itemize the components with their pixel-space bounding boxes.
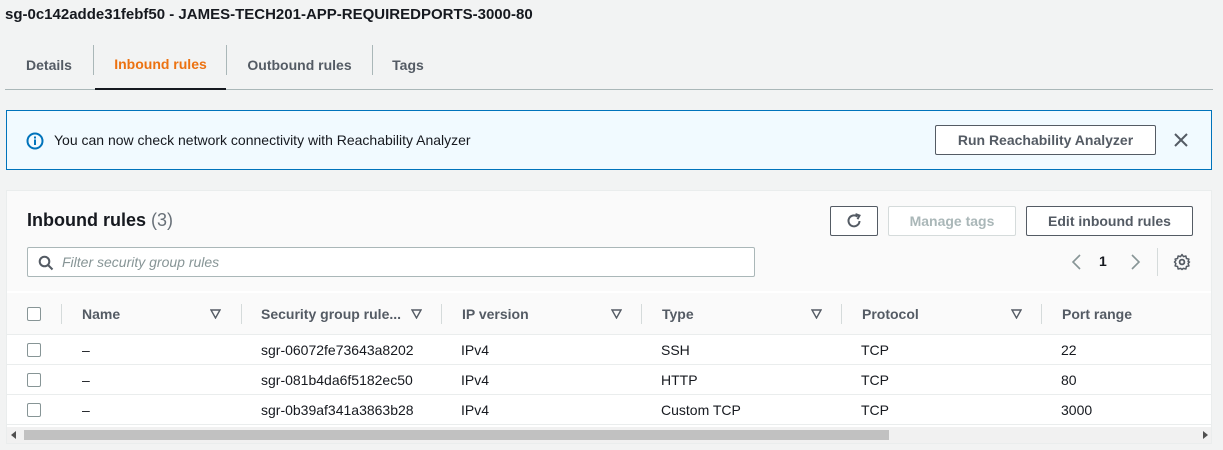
refresh-icon [847,213,861,228]
rule-type: SSH [661,342,690,358]
select-all-checkbox[interactable] [27,307,41,321]
panel-title: Inbound rules (3) [27,210,173,231]
search-icon [38,255,54,271]
column-header-name[interactable]: Name [82,293,120,335]
row-checkbox[interactable] [27,403,41,417]
table-header: Name Security group rule... IP version T… [7,293,1211,335]
sort-icon[interactable] [210,309,221,319]
rule-id: sgr-06072fe73643a8202 [261,342,414,358]
tab-details[interactable]: Details [5,40,93,89]
pager-divider [1157,248,1158,276]
column-header-port-range[interactable]: Port range [1062,293,1132,335]
port-range: 3000 [1061,402,1093,418]
rule-name: – [82,342,90,358]
close-icon[interactable] [1172,131,1190,149]
table-row[interactable]: – sgr-081b4da6f5182ec50 IPv4 HTTP TCP 80 [7,365,1211,395]
tab-outbound-rules[interactable]: Outbound rules [227,40,372,89]
column-header-type[interactable]: Type [662,293,694,335]
sort-icon[interactable] [611,309,622,319]
scroll-left-arrow-icon[interactable] [10,431,18,439]
edit-inbound-rules-button[interactable]: Edit inbound rules [1026,206,1193,236]
tab-bar: Details Inbound rules Outbound rules Tag… [5,40,1213,90]
protocol: TCP [861,402,889,418]
column-divider [1041,304,1042,324]
rule-id: sgr-081b4da6f5182ec50 [261,372,413,388]
port-range: 80 [1061,372,1077,388]
sort-icon[interactable] [811,309,822,319]
alert-message: You can now check network connectivity w… [54,132,471,148]
column-divider [641,304,642,324]
horizontal-scrollbar[interactable] [7,427,1211,443]
info-icon [26,132,44,150]
column-header-protocol[interactable]: Protocol [862,293,919,335]
chevron-right-icon[interactable] [1128,253,1142,271]
filter-box [27,247,755,277]
column-divider [441,304,442,324]
rule-id: sgr-0b39af341a3863b28 [261,402,414,418]
current-page-number[interactable]: 1 [1099,253,1107,269]
rule-name: – [82,372,90,388]
column-divider [241,304,242,324]
ip-version: IPv4 [461,342,490,358]
info-alert: You can now check network connectivity w… [6,110,1212,170]
column-header-rule-id[interactable]: Security group rule... [261,293,401,335]
panel-header: Inbound rules (3) Manage tags Edit inbou… [7,191,1211,291]
tab-inbound-rules[interactable]: Inbound rules [95,40,226,90]
panel-title-text: Inbound rules [27,210,146,230]
rule-count: (3) [151,210,174,230]
filter-input[interactable] [62,252,742,272]
table-row[interactable]: – sgr-0b39af341a3863b28 IPv4 Custom TCP … [7,395,1211,425]
inbound-rules-panel: Inbound rules (3) Manage tags Edit inbou… [6,190,1212,444]
column-header-ip-version[interactable]: IP version [462,293,529,335]
ip-version: IPv4 [461,402,490,418]
manage-tags-button[interactable]: Manage tags [888,206,1016,236]
sort-icon[interactable] [1011,309,1022,319]
run-reachability-analyzer-button[interactable]: Run Reachability Analyzer [935,125,1156,155]
port-range: 22 [1061,342,1077,358]
chevron-left-icon[interactable] [1070,253,1084,271]
column-divider [61,304,62,324]
rule-type: HTTP [661,372,698,388]
sort-icon[interactable] [411,309,422,319]
protocol: TCP [861,342,889,358]
security-group-title: sg-0c142adde31febf50 - JAMES-TECH201-APP… [5,6,533,23]
gear-icon[interactable] [1173,253,1191,271]
rule-name: – [82,402,90,418]
protocol: TCP [861,372,889,388]
row-checkbox[interactable] [27,343,41,357]
tab-divider [93,45,94,75]
scroll-right-arrow-icon[interactable] [1201,431,1209,439]
row-checkbox[interactable] [27,373,41,387]
refresh-button[interactable] [830,206,878,236]
tab-tags[interactable]: Tags [373,40,443,89]
scrollbar-thumb[interactable] [24,430,889,440]
rule-type: Custom TCP [661,402,741,418]
column-divider [841,304,842,324]
ip-version: IPv4 [461,372,490,388]
table-row[interactable]: – sgr-06072fe73643a8202 IPv4 SSH TCP 22 [7,335,1211,365]
